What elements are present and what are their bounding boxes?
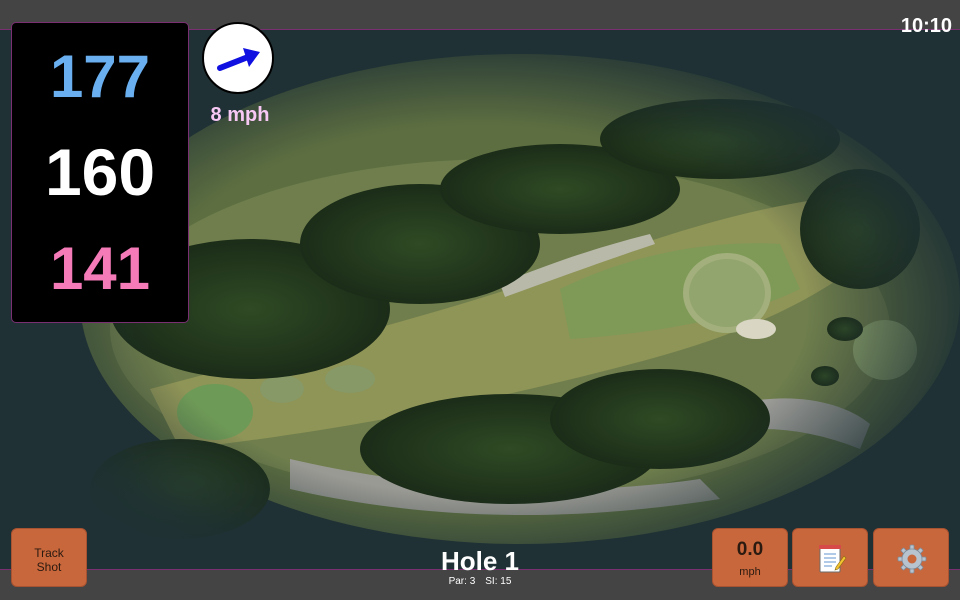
distance-panel: 177 160 141 bbox=[11, 22, 189, 323]
clock: 10:10 bbox=[900, 15, 952, 37]
speed-button[interactable]: 0.0 mph bbox=[712, 528, 788, 587]
middle-distance: 160 bbox=[44, 135, 156, 209]
wind-direction-arrow-icon bbox=[217, 48, 260, 71]
hole-par: Par: 3 bbox=[448, 576, 476, 587]
track-shot-button[interactable]: Track Shot bbox=[11, 528, 87, 587]
hole-stroke-index: SI: 15 bbox=[485, 576, 512, 587]
wind-indicator bbox=[202, 22, 274, 94]
track-shot-label: Track Shot bbox=[34, 546, 64, 574]
notes-button[interactable] bbox=[792, 528, 868, 587]
wind-speed: 8 mph bbox=[210, 104, 270, 126]
gear-icon bbox=[897, 544, 927, 574]
back-distance: 177 bbox=[49, 43, 151, 110]
front-distance: 141 bbox=[49, 235, 151, 302]
golf-gps-screen: 10:10 177 160 141 8 mph Track Shot Hole … bbox=[0, 0, 960, 600]
settings-button[interactable] bbox=[873, 528, 949, 587]
hole-title: Hole 1 bbox=[440, 546, 520, 576]
speed-value: 0.0 bbox=[736, 539, 764, 560]
hole-info: Par: 3 SI: 15 bbox=[380, 577, 580, 587]
notepad-icon bbox=[819, 545, 847, 573]
speed-unit: mph bbox=[739, 566, 761, 578]
